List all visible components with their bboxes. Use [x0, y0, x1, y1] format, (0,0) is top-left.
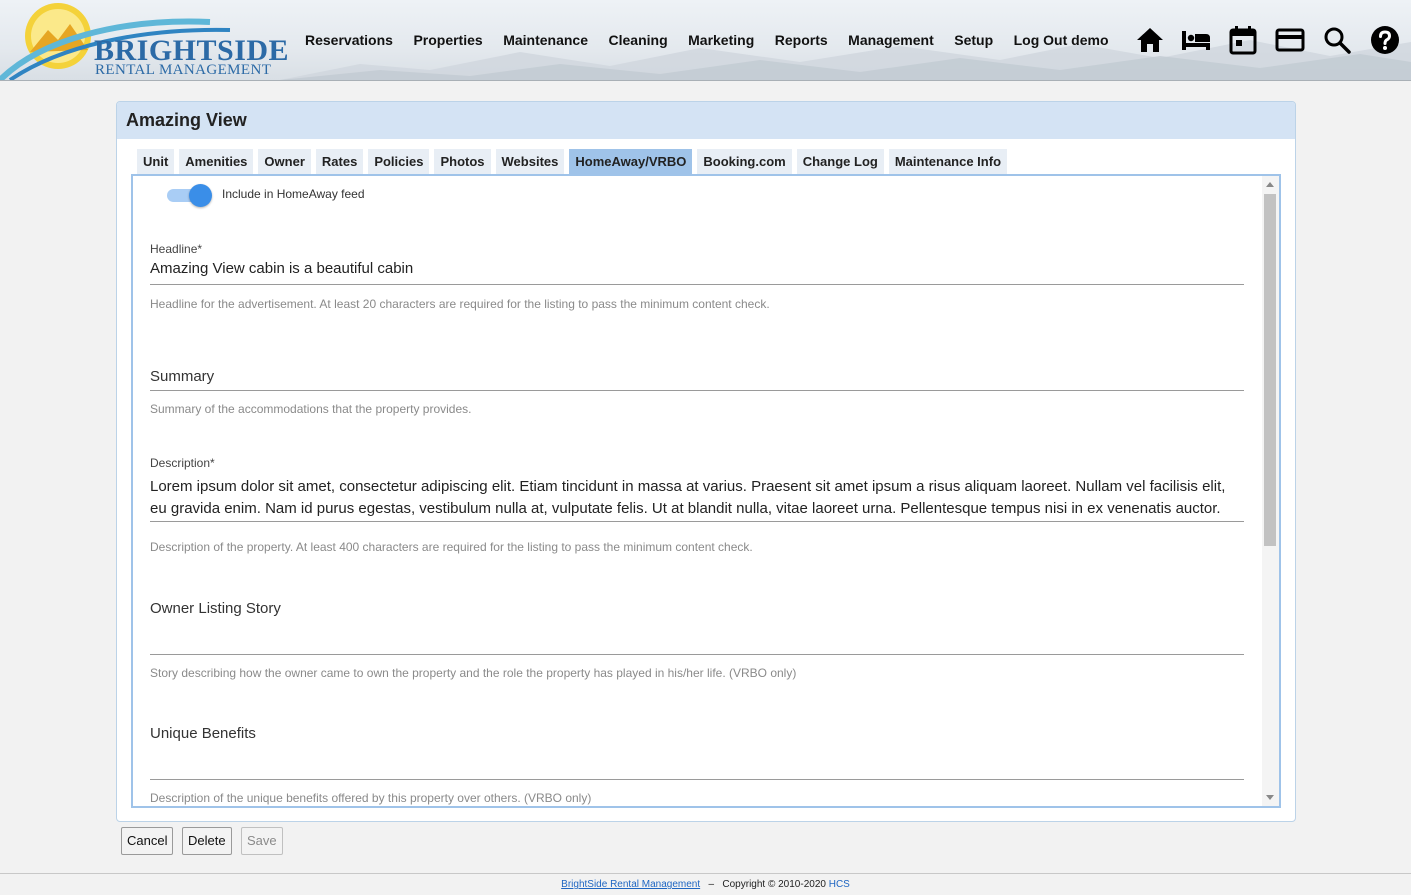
- nav-logout[interactable]: Log Out demo: [1014, 30, 1109, 50]
- page-footer: BrightSide Rental Management – Copyright…: [0, 873, 1411, 895]
- headline-input[interactable]: Amazing View cabin is a beautiful cabin: [150, 258, 413, 280]
- top-header: BRIGHTSIDE RENTAL MANAGEMENT Reservation…: [0, 0, 1411, 81]
- tab-rates[interactable]: Rates: [315, 149, 364, 175]
- description-textarea[interactable]: Lorem ipsum dolor sit amet, consectetur …: [150, 476, 1244, 521]
- delete-button[interactable]: Delete: [182, 827, 232, 855]
- scrollbar-thumb[interactable]: [1264, 194, 1276, 546]
- owner-story-label: Owner Listing Story: [150, 600, 281, 617]
- nav-reports[interactable]: Reports: [775, 30, 828, 50]
- toggle-knob: [189, 184, 212, 207]
- save-button[interactable]: Save: [241, 827, 283, 855]
- panel-header: Amazing View: [117, 102, 1295, 139]
- help-icon[interactable]: [1369, 24, 1401, 56]
- unique-benefits-hint: Description of the unique benefits offer…: [150, 791, 592, 805]
- header-icons: [1130, 24, 1411, 56]
- footer-link[interactable]: BrightSide Rental Management: [561, 879, 700, 890]
- headline-field[interactable]: Headline* Amazing View cabin is a beauti…: [150, 242, 1244, 312]
- summary-label: Summary: [150, 368, 215, 385]
- description-hint: Description of the property. At least 40…: [150, 540, 753, 554]
- tab-maintenance-info[interactable]: Maintenance Info: [888, 149, 1008, 175]
- calendar-icon[interactable]: [1227, 24, 1259, 56]
- brightside-logo[interactable]: BRIGHTSIDE RENTAL MANAGEMENT: [0, 0, 290, 80]
- page-title: Amazing View: [126, 110, 247, 130]
- footer-company: HCS: [828, 879, 850, 890]
- scroll-down-arrow-icon[interactable]: [1266, 795, 1274, 800]
- description-field[interactable]: Description* Lorem ipsum dolor sit amet,…: [150, 456, 1244, 556]
- footer-separator: –: [708, 879, 715, 890]
- headline-underline: [150, 284, 1244, 285]
- description-underline: [150, 521, 1244, 522]
- logo-subtitle: RENTAL MANAGEMENT: [95, 62, 272, 78]
- tab-photos[interactable]: Photos: [434, 149, 491, 175]
- tab-websites[interactable]: Websites: [495, 149, 565, 175]
- form-scrollbar[interactable]: [1262, 176, 1279, 806]
- cancel-button[interactable]: Cancel: [121, 827, 174, 855]
- scroll-up-arrow-icon[interactable]: [1266, 182, 1274, 187]
- search-icon[interactable]: [1321, 24, 1353, 56]
- owner-story-underline: [150, 654, 1244, 655]
- main-nav: Reservations Properties Maintenance Clea…: [305, 30, 1129, 50]
- tab-owner[interactable]: Owner: [258, 149, 311, 175]
- summary-hint: Summary of the accommodations that the p…: [150, 402, 472, 416]
- nav-setup[interactable]: Setup: [954, 30, 993, 50]
- summary-underline: [150, 390, 1244, 391]
- bed-icon[interactable]: [1180, 24, 1212, 56]
- credit-card-icon[interactable]: [1274, 24, 1306, 56]
- headline-label: Headline*: [150, 242, 203, 256]
- tab-change-log[interactable]: Change Log: [796, 149, 884, 175]
- tab-homeaway-vrbo[interactable]: HomeAway/VRBO: [569, 149, 693, 175]
- homeaway-feed-toggle[interactable]: [167, 184, 213, 207]
- nav-properties[interactable]: Properties: [413, 30, 482, 50]
- headline-hint: Headline for the advertisement. At least…: [150, 297, 770, 311]
- tab-unit[interactable]: Unit: [137, 149, 175, 175]
- summary-field[interactable]: Summary Summary of the accommodations th…: [150, 368, 1244, 428]
- unique-benefits-field[interactable]: Unique Benefits Description of the uniqu…: [150, 725, 1244, 805]
- nav-reservations[interactable]: Reservations: [305, 30, 393, 50]
- owner-story-field[interactable]: Owner Listing Story Story describing how…: [150, 600, 1244, 685]
- nav-cleaning[interactable]: Cleaning: [609, 30, 668, 50]
- tab-amenities[interactable]: Amenities: [179, 149, 254, 175]
- unique-benefits-underline: [150, 779, 1244, 780]
- property-tabs: Unit Amenities Owner Rates Policies Phot…: [137, 149, 1012, 175]
- footer-copyright: Copyright © 2010-2020: [722, 879, 826, 890]
- homeaway-feed-label: Include in HomeAway feed: [222, 187, 365, 201]
- nav-maintenance[interactable]: Maintenance: [503, 30, 588, 50]
- property-panel: Amazing View Unit Amenities Owner Rates …: [116, 101, 1296, 822]
- owner-story-hint: Story describing how the owner came to o…: [150, 666, 797, 680]
- nav-management[interactable]: Management: [848, 30, 934, 50]
- tab-policies[interactable]: Policies: [368, 149, 430, 175]
- nav-marketing[interactable]: Marketing: [688, 30, 754, 50]
- tab-booking-com[interactable]: Booking.com: [697, 149, 792, 175]
- homeaway-form: Include in HomeAway feed Headline* Amazi…: [131, 174, 1281, 808]
- home-icon[interactable]: [1134, 24, 1166, 56]
- unique-benefits-label: Unique Benefits: [150, 725, 256, 742]
- description-label: Description*: [150, 456, 215, 470]
